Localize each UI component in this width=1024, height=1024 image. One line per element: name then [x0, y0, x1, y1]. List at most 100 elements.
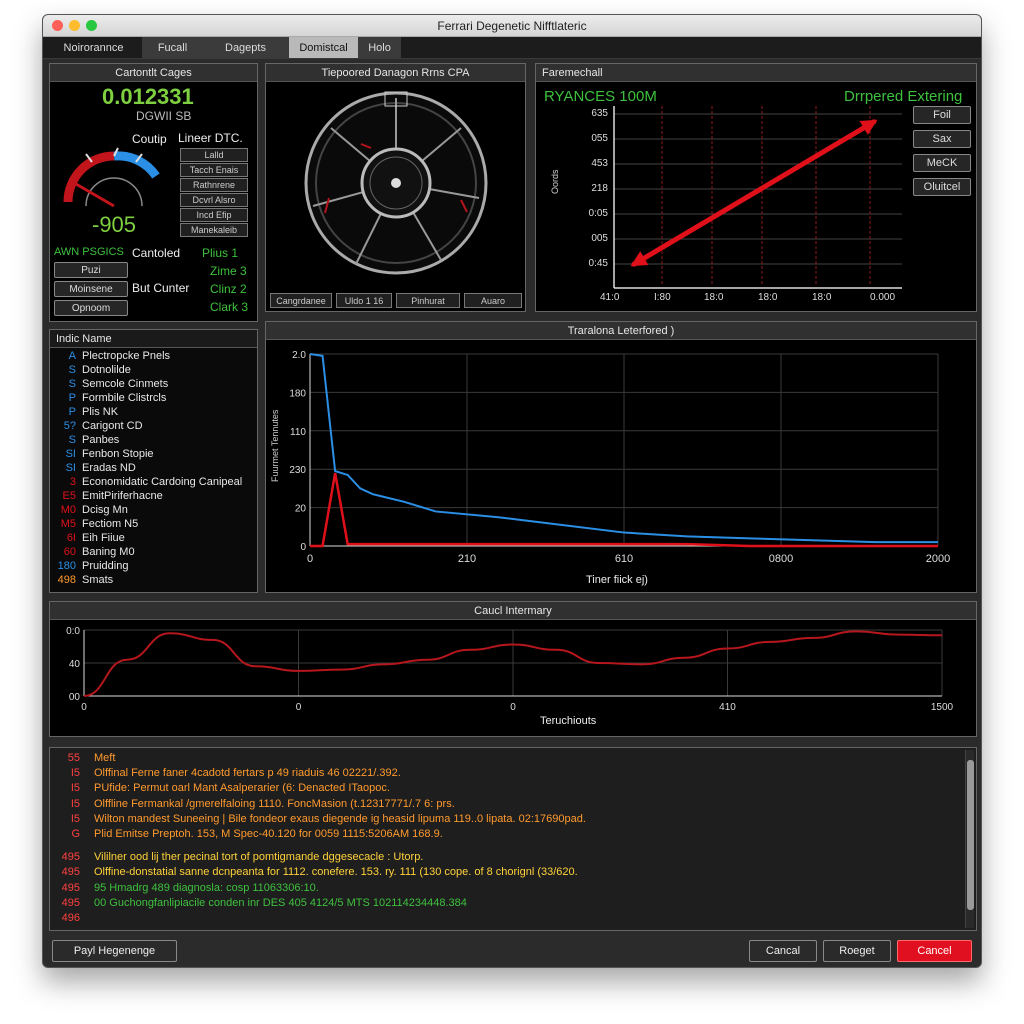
gauges-panel: Cartontlt Cages 0.012331 DGWII SB Coutip… — [49, 63, 258, 322]
x-tick-label: 0 — [81, 702, 87, 713]
log-line: 495 Vililner ood lij ther pecinal tort of… — [56, 851, 424, 864]
x-tick-2: I:80 — [654, 292, 671, 303]
y-tick-6: 005 — [591, 233, 608, 244]
mini-button-3[interactable]: Rathnrene — [180, 178, 248, 192]
list-item-index: P — [68, 392, 76, 404]
x-tick-label: 210 — [458, 553, 476, 565]
foil-button[interactable]: Foil — [913, 106, 971, 124]
menu-noirorannce[interactable]: Noirorannce — [45, 37, 143, 58]
list-item[interactable]: P Plis NK — [54, 406, 118, 420]
log-line: I5 Olffinal Ferne faner 4cadotd fertars p… — [56, 767, 401, 779]
gauge-value: -905 — [92, 212, 137, 237]
list-item-name: Pruidding — [82, 560, 129, 572]
log-line-number: I5 — [70, 782, 80, 795]
list-item[interactable]: 180 Pruidding — [54, 560, 129, 574]
x-tick-6: 0.000 — [870, 292, 896, 303]
transient-x-label: Tiner fiick ej) — [586, 574, 648, 586]
but-cunter-label: But Cunter — [132, 281, 190, 295]
y-tick-label: 40 — [69, 659, 81, 670]
transient-line-chart: 0 210 610 0800 2000 2.0 180 110 230 20 0 — [289, 350, 950, 565]
oluitcel-button[interactable]: Oluitcel — [913, 178, 971, 196]
wheel-diagram — [304, 91, 488, 275]
opnoom-button[interactable]: Opnoom — [54, 300, 128, 316]
mini-button-4[interactable]: Dcvrl Alsro — [180, 193, 248, 207]
payl-hegenenge-button[interactable]: Payl Hegenenge — [52, 940, 177, 962]
list-item-index: A — [68, 350, 76, 362]
reset-button[interactable]: Roeget — [823, 940, 891, 962]
menu-domistcal[interactable]: Domistcal — [289, 37, 359, 58]
list-item-name: Eradas ND — [82, 462, 136, 474]
list-item[interactable]: 5? Carigont CD — [54, 420, 143, 434]
x-tick-label: 410 — [719, 702, 736, 713]
list-item-name: Fectiom N5 — [82, 518, 139, 530]
log-line-text: PUfide: Permut oarl Mant Asalperarier (6… — [94, 782, 390, 795]
x-tick-1: 41:0 — [600, 292, 620, 303]
list-item[interactable]: A Plectropcke Pnels — [54, 350, 170, 364]
wheel-button-2[interactable]: Uldo 1 16 — [336, 293, 392, 308]
list-item-index: S — [68, 364, 76, 376]
menu-fucall[interactable]: Fucall — [143, 37, 203, 58]
menu-dagepts[interactable]: Dagepts — [203, 37, 289, 58]
list-item[interactable]: SI Eradas ND — [54, 462, 136, 476]
list-item-index: SI — [65, 462, 76, 474]
moinsene-button[interactable]: Moinsene — [54, 281, 128, 297]
wheel-button-1[interactable]: Cangrdanee — [270, 293, 332, 308]
x-tick-4: 18:0 — [758, 292, 778, 303]
log-scrollbar[interactable] — [965, 750, 974, 928]
title-bar: Ferrari Degenetic Nifftlateric — [43, 15, 981, 37]
log-line-text: Olffine-donstatial sanne dcnpeanta for 1… — [94, 866, 578, 879]
log-line-number: 495 — [61, 851, 80, 864]
menu-holo[interactable]: Holo — [359, 37, 401, 58]
list-item[interactable]: S Panbes — [54, 434, 120, 448]
caucl-x-label: Teruchiouts — [540, 715, 597, 727]
y-tick-2: 055 — [591, 133, 608, 144]
mini-button-5[interactable]: Incd Efip — [180, 208, 248, 222]
list-item[interactable]: M5 Fectiom N5 — [54, 518, 139, 532]
list-item-name: EmitPiriferhacne — [82, 490, 163, 502]
wheel-button-3[interactable]: Pinhurat — [396, 293, 460, 308]
cancal-button[interactable]: Cancal — [749, 940, 817, 962]
sax-button[interactable]: Sax — [913, 130, 971, 148]
log-line-number: 495 — [61, 881, 80, 894]
x-tick-label: 0 — [510, 702, 516, 713]
list-item[interactable]: 60 Baning M0 — [54, 546, 135, 560]
list-item-index: S — [68, 378, 76, 390]
list-item[interactable]: 498 Smats — [54, 574, 114, 588]
log-line-text: Olffinal Ferne faner 4cadotd fertars p 4… — [94, 767, 401, 780]
list-item-index: P — [68, 406, 76, 418]
x-tick-3: 18:0 — [704, 292, 724, 303]
meck-button[interactable]: MeCK — [913, 154, 971, 172]
sub-readout: DGWII SB — [136, 109, 192, 123]
list-item[interactable]: E5 EmitPiriferhacne — [54, 490, 163, 504]
log-panel: 55 Meft I5 Olffinal Ferne faner 4cadotd fer… — [49, 747, 977, 931]
mini-button-2[interactable]: Tacch Enais — [180, 163, 248, 177]
y-tick-7: 0:45 — [588, 258, 608, 269]
mini-button-1[interactable]: Lalld — [180, 148, 248, 162]
list-item-name: Formbile Clistrcls — [82, 392, 167, 404]
list-item[interactable]: 6I Eih Fiiue — [54, 532, 125, 546]
list-item[interactable]: S Semcole Cinmets — [54, 378, 169, 392]
x-tick-5: 18:0 — [812, 292, 832, 303]
log-line: 55 Meft — [56, 752, 116, 764]
list-item[interactable]: S Dotnolilde — [54, 364, 131, 378]
puzi-button[interactable]: Puzi — [54, 262, 128, 278]
log-line-number: 495 — [61, 866, 80, 879]
indicator-list-panel: Indic Name A Plectropcke Pnels S Dotnolilde… — [49, 329, 258, 593]
log-line: 495 Olffine-donstatial sanne dcnpeanta fo… — [56, 866, 578, 878]
mini-button-6[interactable]: Manekaleib — [180, 223, 248, 237]
log-line-number: 55 — [67, 752, 80, 764]
caucl-chart-title: Caucl Intermary — [50, 602, 976, 620]
list-item[interactable]: P Formbile Clistrcls — [54, 392, 167, 406]
wheel-panel-title: Tiepoored Danagon Rrns CPA — [266, 64, 525, 82]
list-item[interactable]: 3 Economidatic Cardoing Canipeal — [54, 476, 242, 490]
trend-arrow-line — [631, 119, 877, 267]
list-item-name: Eih Fiiue — [82, 532, 125, 544]
gauge-right-label: Lineer DTC. — [178, 131, 243, 145]
rpm-gauge — [63, 147, 160, 208]
list-item[interactable]: M0 Dcisg Mn — [54, 504, 128, 518]
list-item-index: 3 — [69, 476, 76, 488]
log-scrollbar-thumb[interactable] — [967, 760, 974, 910]
cancel-button[interactable]: Cancel — [897, 940, 972, 962]
list-item[interactable]: SI Fenbon Stopie — [54, 448, 154, 462]
wheel-button-4[interactable]: Auaro — [464, 293, 522, 308]
